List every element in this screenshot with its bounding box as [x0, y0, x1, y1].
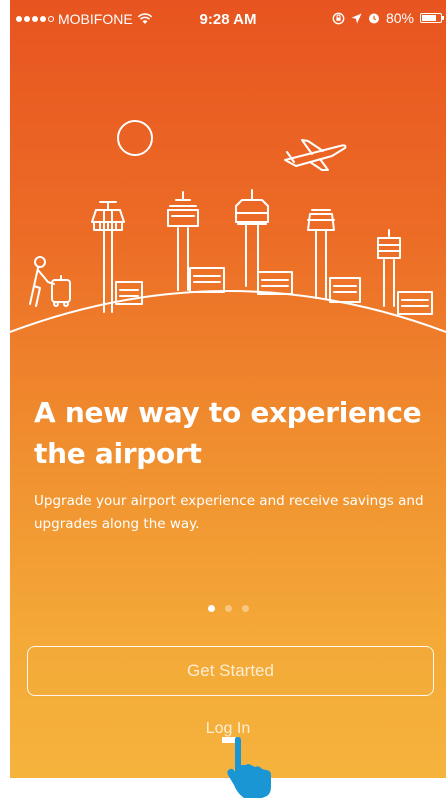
location-arrow-icon — [351, 13, 362, 23]
terminal-building-icon — [257, 271, 293, 295]
alarm-icon — [368, 13, 379, 24]
rotation-lock-icon — [332, 12, 345, 24]
status-right: 80% — [332, 10, 444, 26]
page-indicator-dot-3[interactable] — [241, 605, 249, 612]
battery-level-fill — [422, 15, 437, 21]
airplane-icon — [284, 139, 347, 171]
get-started-button[interactable]: Get Started — [27, 646, 434, 696]
battery-icon — [420, 13, 444, 23]
battery-percent: 80% — [385, 10, 414, 26]
pointing-hand-cursor-icon — [222, 737, 271, 798]
terminal-building-icon — [189, 267, 225, 293]
sun-icon — [117, 120, 153, 156]
terminal-building-icon — [329, 277, 361, 303]
airport-skyline-illustration — [10, 120, 446, 333]
terminal-building-icon — [397, 291, 433, 315]
page-indicator-dot-1[interactable] — [207, 605, 215, 612]
onboarding-subtext: Upgrade your airport experience and rece… — [34, 493, 424, 532]
page-indicator[interactable] — [10, 605, 446, 612]
login-link[interactable]: Log In — [10, 720, 446, 738]
onboarding-headline: A new way to experience the airport — [34, 396, 422, 470]
app-screen: MOBIFONE 9:28 AM 80% A new way to experi… — [10, 0, 446, 778]
hill-outline — [10, 290, 446, 333]
page-indicator-dot-2[interactable] — [224, 605, 232, 612]
control-tower-icon — [377, 229, 401, 307]
traveler-with-luggage-icon — [29, 256, 71, 307]
status-bar: MOBIFONE 9:28 AM 80% — [10, 0, 446, 40]
